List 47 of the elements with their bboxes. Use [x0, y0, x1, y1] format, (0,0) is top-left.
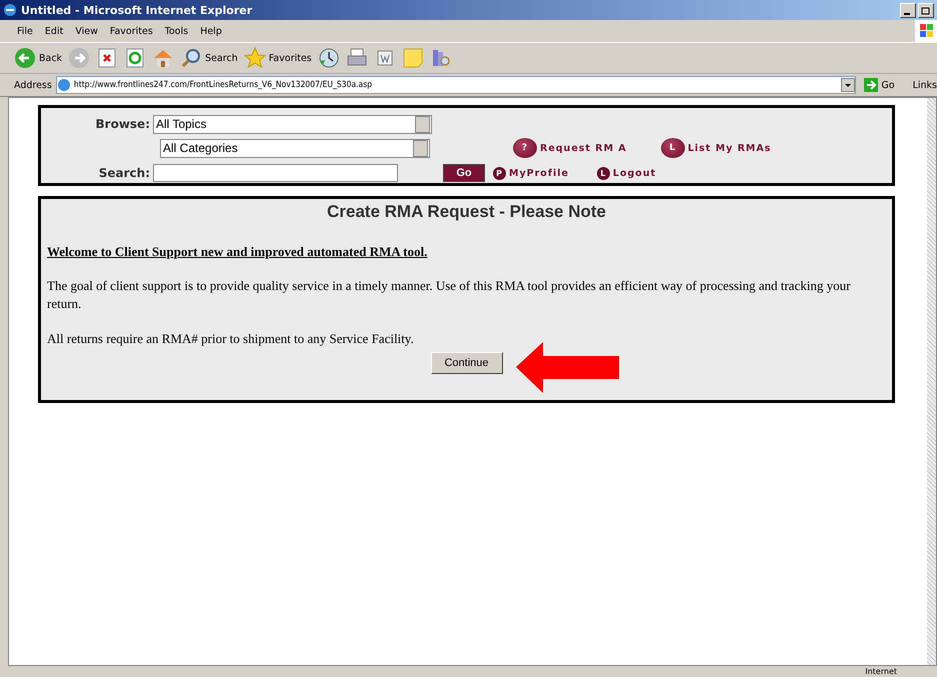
refresh-icon[interactable] — [124, 47, 146, 69]
window-title: Untitled - Microsoft Internet Explorer — [21, 4, 252, 16]
restore-icon[interactable] — [918, 2, 934, 18]
star-icon — [244, 47, 266, 69]
minimize-icon[interactable] — [900, 2, 916, 18]
welcome-heading: Welcome to Client Support new and improved automated RMA tool. — [47, 244, 428, 260]
menu-item[interactable]: Edit — [40, 26, 68, 36]
browse-label: Browse: — [94, 117, 151, 131]
badge-icon: L — [660, 138, 685, 158]
home-icon[interactable] — [152, 47, 174, 69]
back-icon — [14, 47, 36, 69]
zone-label: Internet — [865, 668, 897, 676]
go-button[interactable]: Go — [443, 164, 485, 182]
nav-link[interactable]: L Logout — [596, 166, 656, 180]
go-button[interactable]: Go — [860, 78, 909, 92]
notice-title: Create RMA Request - Please Note — [326, 202, 607, 222]
arrow-icon — [516, 342, 619, 393]
search-label: Search: — [98, 166, 151, 180]
stop-icon[interactable] — [96, 47, 118, 69]
nav-link[interactable]: P MyProfile — [493, 166, 569, 180]
notice-text: All returns require an RMA# prior to shipment to any Service Facility. — [47, 330, 415, 348]
badge-icon: ? — [513, 138, 537, 158]
notice-text: The goal of client support is to provide quality service in a timely manner. Use of this RMA tool provides an efficient way of processing and tracking your return. — [47, 277, 852, 313]
nav-link[interactable]: ? Request RM A — [513, 138, 627, 158]
toolbar-button[interactable]: Back — [14, 47, 62, 69]
search-icon — [180, 47, 202, 69]
badge-icon: P — [493, 166, 506, 180]
address-label: Address — [14, 80, 52, 90]
address-field[interactable]: http://www.frontlines247.com/FrontLinesReturns_V6_Nov132007/EU_S30a.asp — [56, 76, 856, 94]
history-icon[interactable] — [318, 47, 340, 69]
menu-item[interactable]: Tools — [160, 26, 194, 36]
arrow-icon — [864, 78, 878, 92]
caret-icon[interactable] — [841, 78, 856, 92]
toolbar-button[interactable]: Search — [180, 47, 238, 69]
links-label[interactable]: Links — [912, 80, 937, 90]
nav-link[interactable]: L List My RMAs — [660, 138, 772, 158]
badge-icon: L — [596, 166, 610, 180]
menu-item[interactable]: Help — [195, 26, 227, 36]
scrollbar[interactable] — [927, 98, 936, 665]
menu-item[interactable]: File — [12, 26, 38, 36]
topic-dropdown[interactable]: All Topics — [153, 114, 432, 134]
search-field[interactable] — [153, 164, 398, 182]
toolbar-button[interactable]: Favorites — [244, 47, 312, 69]
menu-item[interactable]: Favorites — [104, 26, 158, 36]
menu-item[interactable]: View — [70, 26, 103, 36]
continue-button[interactable]: Continue — [430, 352, 502, 374]
category-dropdown[interactable]: All Categories — [160, 138, 430, 158]
